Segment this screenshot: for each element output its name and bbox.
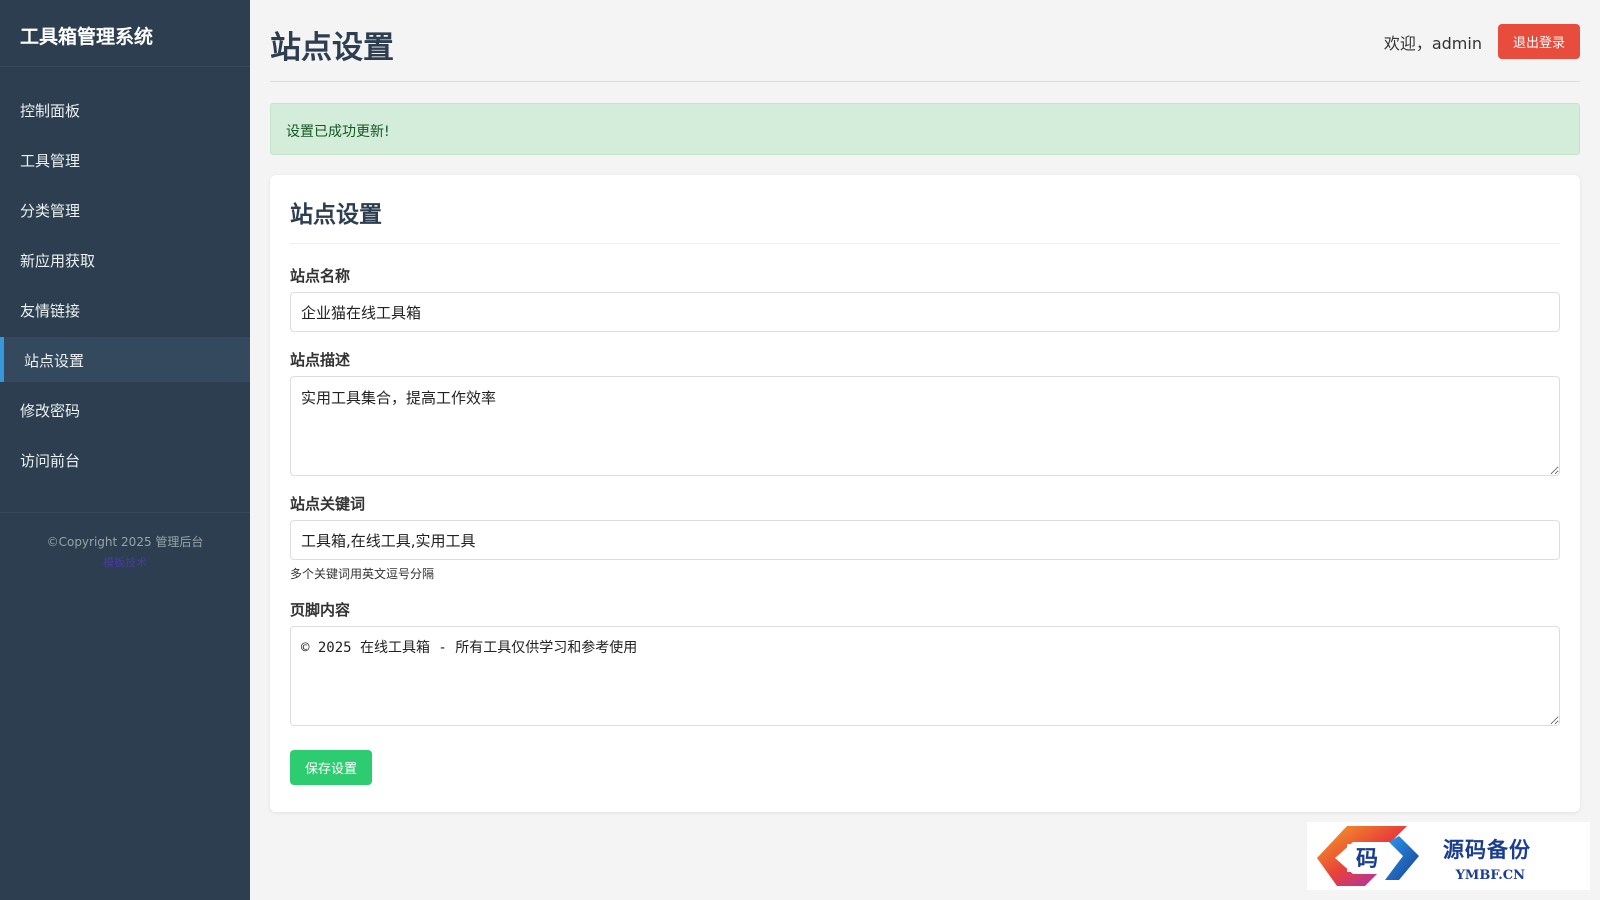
watermark-logo: 码 源码备份 YMBF.CN: [1307, 822, 1590, 890]
copyright-text: ©Copyright 2025 管理后台: [46, 535, 204, 549]
sidebar-item-new-apps[interactable]: 新应用获取: [0, 237, 250, 282]
sidebar-item-categories[interactable]: 分类管理: [0, 187, 250, 232]
keywords-help-text: 多个关键词用英文逗号分隔: [290, 567, 435, 581]
site-name-group: 站点名称: [290, 265, 1560, 332]
sidebar-item-tools[interactable]: 工具管理: [0, 137, 250, 182]
site-name-label: 站点名称: [290, 267, 351, 285]
site-name-input[interactable]: [290, 292, 1560, 332]
watermark-en: YMBF.CN: [1455, 868, 1525, 883]
watermark-logo-icon: 码: [1317, 826, 1419, 886]
site-description-label: 站点描述: [290, 351, 351, 369]
logout-button[interactable]: 退出登录: [1497, 24, 1580, 59]
site-keywords-input[interactable]: [290, 520, 1560, 560]
sidebar-nav: 控制面板 工具管理 分类管理 新应用获取 友情链接 站点设置 修改密码 访问前台: [0, 67, 250, 482]
watermark-cn: 源码备份: [1443, 837, 1531, 862]
success-alert: 设置已成功更新!: [270, 103, 1580, 155]
sidebar-item-change-password[interactable]: 修改密码: [0, 387, 250, 432]
topbar: 站点设置 欢迎，admin 退出登录: [270, 0, 1580, 82]
footer-content-textarea[interactable]: © 2025 在线工具箱 - 所有工具仅供学习和参考使用: [290, 626, 1560, 726]
footer-content-label: 页脚内容: [290, 601, 351, 619]
sidebar: 工具箱管理系统 控制面板 工具管理 分类管理 新应用获取 友情链接 站点设置 修…: [0, 0, 250, 900]
site-keywords-label: 站点关键词: [290, 495, 366, 513]
site-description-textarea[interactable]: 实用工具集合，提高工作效率: [290, 376, 1560, 476]
site-description-group: 站点描述 实用工具集合，提高工作效率: [290, 349, 1560, 476]
sidebar-item-visit-frontend[interactable]: 访问前台: [0, 437, 250, 482]
settings-card: 站点设置 站点名称 站点描述 实用工具集合，提高工作效率 站点关键词 多个关键词…: [270, 175, 1580, 812]
card-title: 站点设置: [290, 195, 1560, 244]
sidebar-item-friend-links[interactable]: 友情链接: [0, 287, 250, 332]
sidebar-item-site-settings[interactable]: 站点设置: [0, 337, 250, 382]
sidebar-item-dashboard[interactable]: 控制面板: [0, 87, 250, 132]
user-area: 欢迎，admin 退出登录: [1384, 24, 1580, 59]
watermark-glyph: 码: [1356, 846, 1378, 872]
site-keywords-group: 站点关键词 多个关键词用英文逗号分隔: [290, 493, 1560, 582]
sidebar-divider: [0, 512, 250, 513]
main-content: 站点设置 欢迎，admin 退出登录 设置已成功更新! 站点设置 站点名称 站点…: [270, 0, 1580, 812]
sidebar-footer: ©Copyright 2025 管理后台 模板技术: [0, 533, 250, 570]
save-settings-button[interactable]: 保存设置: [290, 750, 373, 785]
welcome-text: 欢迎，admin: [1383, 33, 1482, 53]
footer-sub-link[interactable]: 模板技术: [0, 554, 250, 570]
footer-content-group: 页脚内容 © 2025 在线工具箱 - 所有工具仅供学习和参考使用: [290, 599, 1560, 726]
page-title: 站点设置: [270, 30, 394, 66]
sidebar-brand: 工具箱管理系统: [0, 0, 250, 67]
watermark-text: 源码备份 YMBF.CN: [1443, 834, 1531, 883]
